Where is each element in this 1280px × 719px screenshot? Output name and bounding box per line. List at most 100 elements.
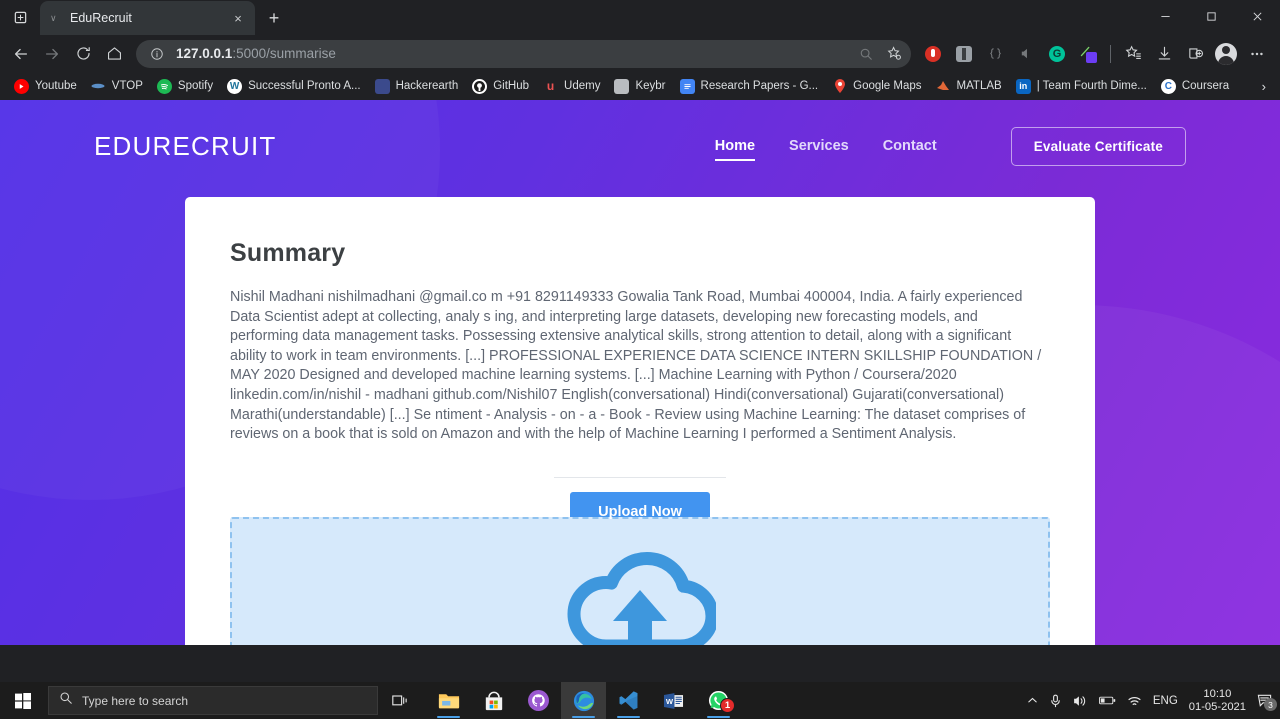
tab-search-icon[interactable]: [0, 0, 40, 35]
udemy-icon: u: [546, 79, 555, 93]
address-bar[interactable]: 127.0.0.1:5000/summarise: [136, 39, 911, 68]
bookmark-spotify[interactable]: Spotify: [151, 76, 219, 97]
url-host: 127.0.0.1: [176, 46, 233, 61]
maps-pin-icon: [832, 79, 847, 94]
browser-tab[interactable]: ∨ EduRecruit ×: [40, 1, 255, 35]
taskbar-app-microsoft-word[interactable]: W: [651, 682, 696, 719]
spotify-icon: [156, 78, 172, 94]
github-icon: [472, 78, 488, 94]
address-bar-actions: [853, 41, 907, 67]
taskbar-app-file-explorer[interactable]: [426, 682, 471, 719]
site-logo[interactable]: EDURECRUIT: [94, 131, 276, 162]
divider: [554, 476, 726, 478]
taskbar-search-input[interactable]: Type here to search: [48, 686, 378, 715]
cloud-upload-icon: [564, 549, 719, 645]
taskbar-app-microsoft-edge[interactable]: [561, 682, 606, 719]
browser-window: ∨ EduRecruit × + 127.0.0.1:5000/summaris…: [0, 0, 1280, 682]
bookmark-keybr[interactable]: Keybr: [608, 76, 671, 97]
close-button[interactable]: [1234, 0, 1280, 32]
main-navigation: Home Services Contact Evaluate Certifica…: [714, 126, 1186, 166]
bookmark-github[interactable]: GitHub: [466, 76, 535, 97]
bookmark-label: Udemy: [564, 80, 601, 92]
bookmark-udemy[interactable]: u Udemy: [537, 76, 606, 97]
bookmark-research-papers[interactable]: Research Papers - G...: [674, 76, 825, 97]
collections-icon[interactable]: [1180, 39, 1210, 69]
taskbar-app-visual-studio-code[interactable]: [606, 682, 651, 719]
bookmark-youtube[interactable]: Youtube: [8, 76, 83, 97]
extension-gray-icon[interactable]: [949, 39, 979, 69]
minimize-button[interactable]: [1142, 0, 1188, 32]
taskbar-apps: W 1: [426, 682, 741, 719]
taskbar-app-microsoft-store[interactable]: [471, 682, 516, 719]
tab-title: EduRecruit: [70, 11, 132, 25]
nav-item-contact[interactable]: Contact: [883, 138, 937, 154]
extension-grammarly-icon[interactable]: G: [1042, 39, 1072, 69]
bookmark-label: Coursera: [1181, 80, 1230, 92]
reload-button[interactable]: [68, 39, 98, 69]
extension-code-icon[interactable]: [980, 39, 1010, 69]
forward-button[interactable]: [37, 39, 67, 69]
battery-icon[interactable]: [1098, 695, 1116, 706]
taskbar-app-github-desktop[interactable]: [516, 682, 561, 719]
volume-icon[interactable]: [1073, 694, 1088, 708]
extension-adblock-icon[interactable]: [918, 39, 948, 69]
extensions-area: G: [918, 39, 1274, 69]
hackerearth-icon: [374, 78, 390, 94]
task-view-icon[interactable]: [378, 682, 422, 719]
bookmark-matlab[interactable]: MATLAB: [930, 76, 1008, 97]
bookmark-vtop[interactable]: VTOP: [85, 76, 149, 97]
notifications-icon[interactable]: 3: [1257, 693, 1277, 711]
nav-item-services[interactable]: Services: [789, 138, 849, 154]
tab-bar: ∨ EduRecruit × +: [0, 0, 1280, 35]
back-button[interactable]: [6, 39, 36, 69]
evaluate-certificate-button[interactable]: Evaluate Certificate: [1010, 126, 1186, 166]
url-path: :5000/summarise: [232, 46, 336, 61]
wifi-icon[interactable]: [1127, 695, 1142, 707]
summary-card: Summary Nishil Madhani nishilmadhani @gm…: [185, 197, 1095, 645]
bookmark-label: Successful Pronto A...: [248, 80, 361, 92]
bookmark-successful-pronto[interactable]: W Successful Pronto A...: [221, 76, 367, 97]
download-icon[interactable]: [1149, 39, 1179, 69]
page-title: Summary: [230, 239, 346, 267]
nav-item-home[interactable]: Home: [714, 138, 756, 161]
maximize-button[interactable]: [1188, 0, 1234, 32]
bookmark-label: Keybr: [635, 80, 666, 92]
extension-purple-icon[interactable]: [1073, 39, 1103, 69]
bookmark-label: MATLAB: [956, 80, 1002, 92]
linkedin-icon: in: [1015, 78, 1031, 94]
bookmark-coursera[interactable]: C Coursera: [1155, 76, 1235, 97]
language-indicator[interactable]: ENG: [1153, 695, 1178, 707]
vtop-icon: [91, 79, 106, 94]
bookmark-label: VTOP: [111, 80, 143, 92]
bookmark-label: Youtube: [35, 80, 77, 92]
clock-date: 01-05-2021: [1188, 700, 1246, 713]
more-ellipsis-icon[interactable]: [1242, 39, 1272, 69]
system-tray: ENG 10:10 01-05-2021 3: [1027, 688, 1280, 714]
show-hidden-icons-chevron[interactable]: [1027, 695, 1038, 706]
site-info-icon[interactable]: [148, 45, 166, 63]
docs-icon: [679, 78, 695, 94]
bookmark-team-fourth-dimension[interactable]: in | Team Fourth Dime...: [1010, 76, 1153, 97]
taskbar-app-whatsapp[interactable]: 1: [696, 682, 741, 719]
toolbar-divider: [1110, 44, 1111, 63]
search-icon[interactable]: [853, 41, 879, 67]
svg-text:W: W: [666, 696, 674, 705]
windows-start-icon[interactable]: [0, 682, 46, 719]
profile-avatar-icon[interactable]: [1211, 39, 1241, 69]
site-header: EDURECRUIT Home Services Contact Evaluat…: [0, 100, 1280, 192]
star-settings-icon[interactable]: [881, 41, 907, 67]
notifications-count-badge: 3: [1264, 698, 1277, 711]
bookmarks-overflow-icon[interactable]: ›: [1256, 79, 1272, 94]
favorites-star-icon[interactable]: [1118, 39, 1148, 69]
tab-chevron-icon: ∨: [50, 12, 57, 23]
new-tab-button[interactable]: +: [259, 3, 289, 33]
file-dropzone[interactable]: Drop files here to upload: [230, 516, 1050, 645]
microphone-icon[interactable]: [1049, 694, 1062, 708]
bookmark-hackerearth[interactable]: Hackerearth: [369, 76, 465, 97]
tab-close-icon[interactable]: ×: [229, 9, 247, 27]
wordpress-icon: W: [227, 78, 243, 94]
home-button[interactable]: [99, 39, 129, 69]
extension-mute-icon[interactable]: [1011, 39, 1041, 69]
bookmark-google-maps[interactable]: Google Maps: [826, 76, 927, 97]
clock[interactable]: 10:10 01-05-2021: [1189, 688, 1246, 714]
